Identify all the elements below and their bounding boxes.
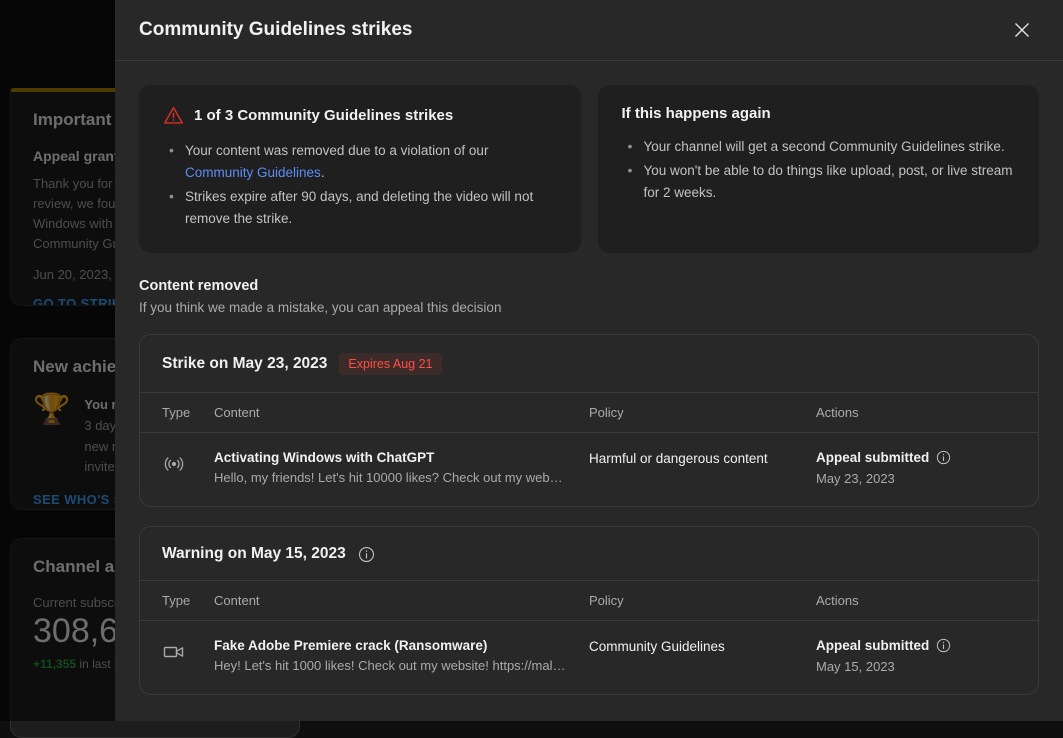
close-icon[interactable]	[1005, 13, 1039, 47]
content-removed-section: Content removed If you think we made a m…	[139, 278, 1039, 315]
bullet-prefix: Your content was removed due to a violat…	[185, 143, 488, 158]
action-date: May 23, 2023	[816, 471, 1016, 486]
if-this-happens-again-card: If this happens again Your channel will …	[598, 85, 1040, 253]
content-title: Activating Windows with ChatGPT	[214, 450, 589, 465]
status-badge: Expires Aug 21	[339, 353, 441, 375]
live-broadcast-icon	[162, 450, 214, 476]
strike-section-title: Strike on May 23, 2023	[162, 355, 327, 373]
policy-cell: Community Guidelines	[589, 638, 816, 654]
info-icon[interactable]	[358, 546, 375, 563]
content-description: Hey! Let's hit 1000 likes! Check out my …	[214, 658, 569, 673]
table-header-row: Type Content Policy Actions	[140, 392, 1038, 433]
column-header-policy: Policy	[589, 593, 816, 608]
action-date: May 15, 2023	[816, 659, 1016, 674]
list-item: You won't be able to do things like uplo…	[622, 160, 1016, 204]
content-title: Fake Adobe Premiere crack (Ransomware)	[214, 638, 589, 653]
video-camera-icon	[162, 638, 214, 664]
happens-again-bullets: Your channel will get a second Community…	[622, 136, 1016, 204]
strike-section-may-15: Warning on May 15, 2023 Type Content Pol…	[139, 526, 1039, 695]
bullet-suffix: .	[321, 165, 325, 180]
list-item: Strikes expire after 90 days, and deleti…	[163, 186, 557, 230]
actions-cell: Appeal submitted May 23, 2023	[816, 450, 1016, 486]
column-header-actions: Actions	[816, 593, 1016, 608]
strike-section-header: Warning on May 15, 2023	[140, 527, 1038, 580]
strike-section-title: Warning on May 15, 2023	[162, 545, 346, 563]
strike-summary-heading: 1 of 3 Community Guidelines strikes	[194, 107, 453, 124]
column-header-content: Content	[214, 405, 589, 420]
policy-cell: Harmful or dangerous content	[589, 450, 816, 466]
content-description: Hello, my friends! Let's hit 10000 likes…	[214, 470, 569, 485]
policy-text: Community Guidelines	[589, 638, 816, 654]
info-icon[interactable]	[936, 450, 951, 465]
action-status-label: Appeal submitted	[816, 638, 929, 653]
actions-cell: Appeal submitted May 15, 2023	[816, 638, 1016, 674]
content-removed-heading: Content removed	[139, 278, 1039, 294]
list-item: Your content was removed due to a violat…	[163, 140, 557, 184]
strike-section-header: Strike on May 23, 2023 Expires Aug 21	[140, 335, 1038, 392]
policy-text: Harmful or dangerous content	[589, 450, 816, 466]
table-row[interactable]: Activating Windows with ChatGPT Hello, m…	[140, 433, 1038, 506]
dialog-body: 1 of 3 Community Guidelines strikes Your…	[115, 61, 1063, 721]
content-removed-subtext: If you think we made a mistake, you can …	[139, 300, 1039, 315]
list-item: Your channel will get a second Community…	[622, 136, 1016, 158]
column-header-content: Content	[214, 593, 589, 608]
content-cell: Fake Adobe Premiere crack (Ransomware) H…	[214, 638, 589, 673]
page-title: Community Guidelines strikes	[139, 19, 1005, 41]
column-header-type: Type	[162, 405, 214, 420]
column-header-actions: Actions	[816, 405, 1016, 420]
table-header-row: Type Content Policy Actions	[140, 580, 1038, 621]
dialog-header: Community Guidelines strikes	[115, 0, 1063, 61]
content-cell: Activating Windows with ChatGPT Hello, m…	[214, 450, 589, 485]
column-header-policy: Policy	[589, 405, 816, 420]
community-guidelines-strikes-dialog: Community Guidelines strikes	[115, 0, 1063, 721]
table-row[interactable]: Fake Adobe Premiere crack (Ransomware) H…	[140, 621, 1038, 694]
action-status-label: Appeal submitted	[816, 450, 929, 465]
strike-summary-bullets: Your content was removed due to a violat…	[163, 140, 557, 229]
info-cards-row: 1 of 3 Community Guidelines strikes Your…	[139, 85, 1039, 253]
warning-triangle-icon	[163, 105, 184, 126]
happens-again-heading: If this happens again	[622, 105, 771, 122]
strike-section-may-23: Strike on May 23, 2023 Expires Aug 21 Ty…	[139, 334, 1039, 507]
info-icon[interactable]	[936, 638, 951, 653]
column-header-type: Type	[162, 593, 214, 608]
strike-summary-card: 1 of 3 Community Guidelines strikes Your…	[139, 85, 581, 253]
community-guidelines-link[interactable]: Community Guidelines	[185, 165, 321, 180]
